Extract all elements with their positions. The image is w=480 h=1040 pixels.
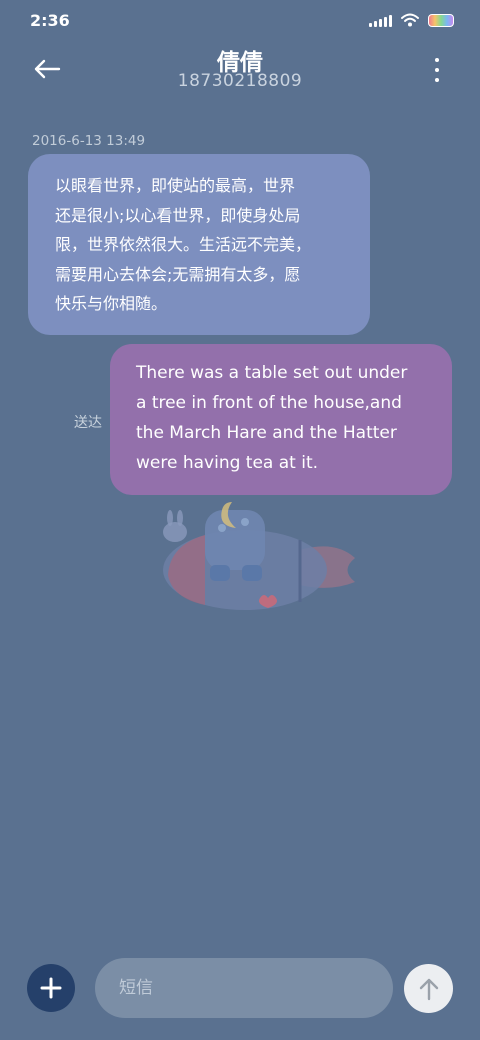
message-input-container [95, 958, 393, 1018]
arrow-up-icon [419, 978, 438, 1000]
message-line: 快乐与你相随。 [55, 294, 168, 313]
outgoing-message-bubble[interactable]: There was a table set out under a tree i… [110, 344, 452, 495]
message-line: were having tea at it. [136, 453, 319, 473]
send-button[interactable] [404, 964, 453, 1013]
signal-icon [369, 14, 392, 27]
delivery-status: 送达 [74, 415, 102, 431]
message-line: the March Hare and the Hatter [136, 423, 397, 443]
chat-screen: 2:36 倩倩 18730218809 2016-6-13 13:49 以眼看世… [0, 0, 480, 1040]
message-line: 还是很小;以心看世界，即使身处局 [55, 205, 301, 225]
wifi-icon [401, 13, 419, 27]
message-line: There was a table set out under [136, 363, 408, 383]
status-bar: 2:36 [0, 0, 480, 40]
more-vertical-icon [435, 58, 439, 62]
message-line: 需要用心去体会;无需拥有太多，愿 [55, 264, 301, 284]
incoming-message-bubble[interactable]: 以眼看世界，即使站的最高，世界 还是很小;以心看世界，即使身处局 限，世界依然很… [28, 154, 370, 335]
message-line: a tree in front of the house,and [136, 393, 402, 413]
add-attachment-button[interactable] [27, 964, 75, 1012]
message-line: 以眼看世界，即使站的最高，世界 [55, 176, 296, 195]
more-options-button[interactable] [432, 58, 442, 82]
message-line: 限，世界依然很大。生活远不完美， [55, 235, 312, 254]
message-input[interactable] [95, 958, 393, 1018]
status-icons [369, 13, 454, 27]
message-timestamp: 2016-6-13 13:49 [32, 133, 146, 149]
conversation-header: 倩倩 18730218809 [0, 40, 480, 110]
battery-icon [428, 13, 454, 27]
status-time: 2:36 [30, 11, 70, 30]
contact-phone-number: 18730218809 [177, 71, 303, 91]
plus-icon [40, 977, 62, 999]
